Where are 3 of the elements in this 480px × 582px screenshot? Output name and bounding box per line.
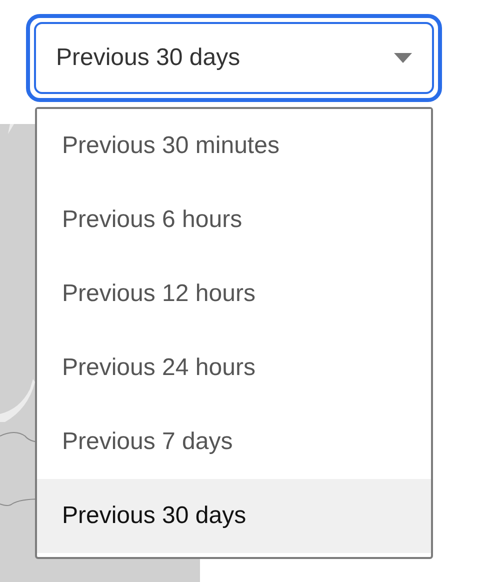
caret-icon bbox=[394, 53, 412, 63]
dropdown-option[interactable]: Previous 30 days bbox=[37, 479, 431, 553]
time-range-select[interactable]: Previous 30 days bbox=[34, 22, 434, 94]
